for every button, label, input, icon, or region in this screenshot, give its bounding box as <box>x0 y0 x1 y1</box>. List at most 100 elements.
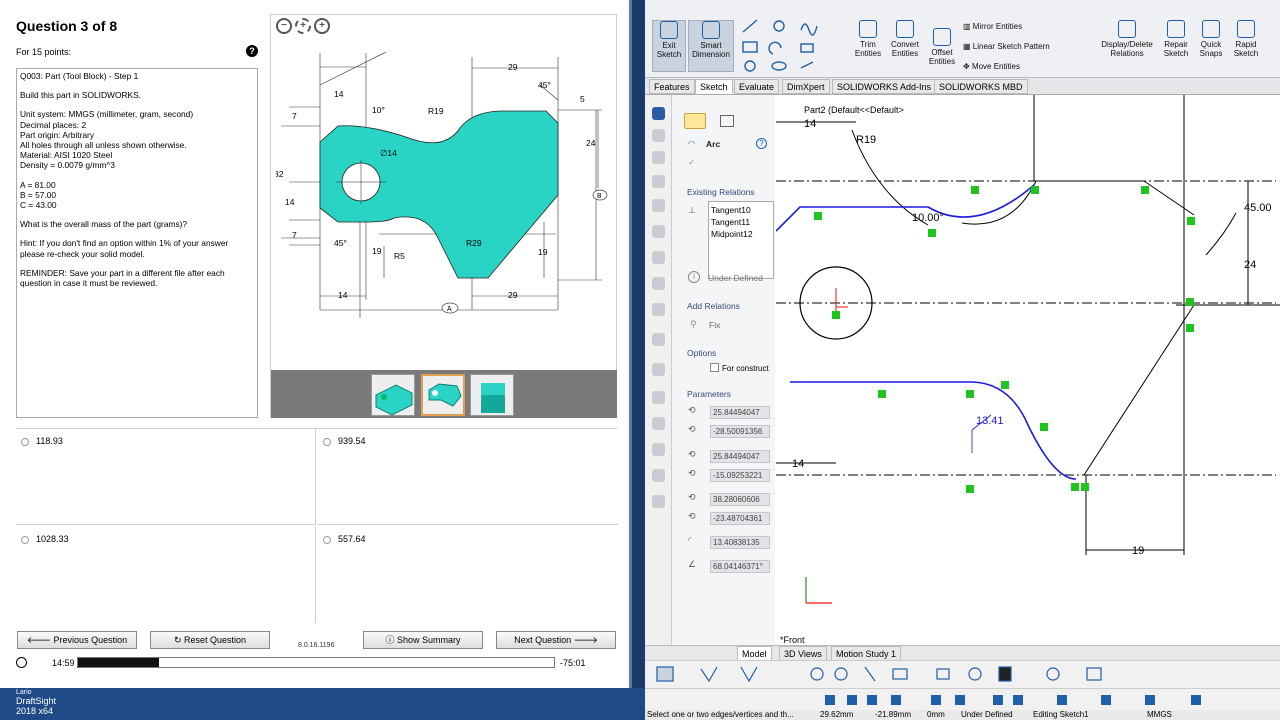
question-instruction: Build this part in SOLIDWORKS. <box>20 90 142 101</box>
radio-button[interactable] <box>323 438 331 446</box>
question-heading: Q003: Part (Tool Block) - Step 1 <box>20 71 139 81</box>
property-manager-tab-icon[interactable] <box>684 113 706 129</box>
fix-relation[interactable]: Fix <box>709 320 720 330</box>
strip-icon[interactable] <box>652 495 665 508</box>
param-end-x[interactable]: 38.28060606 <box>710 493 770 506</box>
relations-list[interactable]: Tangent10 Tangent11 Midpoint12 <box>708 201 774 279</box>
tab-model[interactable]: Model <box>737 646 772 661</box>
sketch-dim-13[interactable]: 13.41 <box>976 415 1004 427</box>
answer-option-3[interactable]: 1028.33 <box>16 527 316 623</box>
tab-3d-views[interactable]: 3D Views <box>779 646 827 661</box>
sketch-dim-14-top[interactable]: 14 <box>804 118 816 130</box>
param-radius[interactable]: 13.40838135 <box>710 536 770 549</box>
feature-tree-title[interactable]: Part2 (Default<<Default> <box>804 105 904 115</box>
dim-7-bottom: 7 <box>292 230 297 240</box>
tab-features[interactable]: Features <box>649 79 695 94</box>
tab-dimxpert[interactable]: DimXpert <box>782 79 830 94</box>
strip-icon[interactable] <box>652 251 665 264</box>
thumb-top-view[interactable] <box>421 374 465 416</box>
sketch-dim-24[interactable]: 24 <box>1244 259 1256 271</box>
move-entities-button[interactable]: ✥ Move Entities <box>963 62 1083 71</box>
ok-check-icon[interactable]: ✓ <box>688 157 696 168</box>
for-construction-checkbox[interactable] <box>710 363 719 372</box>
trim-entities-button[interactable]: Trim Entities <box>853 20 883 58</box>
convert-entities-button[interactable]: Convert Entities <box>888 20 922 58</box>
param-end-y[interactable]: -23.48704361 <box>710 512 770 525</box>
existing-relations-header: Existing Relations <box>687 187 755 197</box>
radio-button[interactable] <box>21 438 29 446</box>
sketch-tools-toolbar[interactable] <box>645 688 1280 710</box>
reminder-line-2: question in case it must be reviewed. <box>20 278 158 289</box>
param-center-y[interactable]: -28.50091356 <box>710 425 770 438</box>
smart-dimension-icon <box>702 21 720 39</box>
tab-evaluate[interactable]: Evaluate <box>734 79 780 94</box>
strip-icon[interactable] <box>652 417 665 430</box>
strip-icon[interactable] <box>652 277 665 290</box>
strip-icon[interactable] <box>652 225 665 238</box>
answer-option-4[interactable]: 557.64 <box>318 527 618 623</box>
help-icon[interactable]: ? <box>246 45 258 57</box>
tab-sketch[interactable]: Sketch <box>695 79 733 94</box>
pm-help-icon[interactable]: ? <box>756 138 767 149</box>
thumb-3d-view[interactable] <box>371 374 415 416</box>
tab-mbd[interactable]: SOLIDWORKS MBD <box>934 79 1028 94</box>
time-elapsed: 14:59 <box>52 658 75 668</box>
sketch-dim-r19[interactable]: R19 <box>856 134 876 146</box>
param-angle[interactable]: 68.04146371° <box>710 560 770 573</box>
sketch-dim-45[interactable]: 45.00 <box>1244 202 1272 214</box>
next-question-button[interactable]: Next Question 🡒 <box>496 631 616 649</box>
strip-icon[interactable] <box>652 129 665 142</box>
sketch-dim-19[interactable]: 19 <box>1132 545 1144 557</box>
tab-addins[interactable]: SOLIDWORKS Add-Ins <box>832 79 937 94</box>
summary-label: Show Summary <box>396 635 461 645</box>
param-start-y[interactable]: -15.09253221 <box>710 469 770 482</box>
thumb-side-view[interactable] <box>470 374 514 416</box>
zoom-fit-icon[interactable]: + <box>295 18 311 34</box>
zoom-out-icon[interactable]: − <box>276 18 292 34</box>
relation-item[interactable]: Tangent10 <box>711 205 751 215</box>
status-units[interactable]: MMGS <box>1147 710 1172 720</box>
relation-item[interactable]: Tangent11 <box>711 217 750 227</box>
answer-option-1[interactable]: 118.93 <box>16 429 316 525</box>
smart-dimension-label: Smart Dimension <box>692 41 730 59</box>
previous-question-button[interactable]: 🡐 Previous Question <box>17 631 137 649</box>
radio-button[interactable] <box>323 536 331 544</box>
fix-icon: ⚲ <box>690 319 697 329</box>
heads-up-toolbar[interactable] <box>645 660 1280 688</box>
mirror-entities-button[interactable]: ▥ Mirror Entities <box>963 22 1083 31</box>
rapid-sketch-button[interactable]: Rapid Sketch <box>1229 20 1263 58</box>
strip-icon[interactable] <box>652 469 665 482</box>
strip-icon[interactable] <box>652 303 665 316</box>
display-relations-button[interactable]: Display/Delete Relations <box>1097 20 1157 58</box>
strip-icon[interactable] <box>652 151 665 164</box>
strip-icon[interactable] <box>652 333 665 346</box>
tab-motion-study[interactable]: Motion Study 1 <box>831 646 902 661</box>
radio-button[interactable] <box>21 536 29 544</box>
strip-icon[interactable] <box>652 363 665 376</box>
desktop-icon-label[interactable]: Lario DraftSight 2018 x64 <box>16 689 56 716</box>
offset-entities-button[interactable]: Offset Entities <box>926 28 958 66</box>
param-start-x[interactable]: 25.84494047 <box>710 450 770 463</box>
sketch-dim-10deg[interactable]: 10.00° <box>912 212 944 224</box>
quick-snaps-button[interactable]: Quick Snaps <box>1196 20 1226 58</box>
strip-icon[interactable] <box>652 175 665 188</box>
relation-item[interactable]: Midpoint12 <box>711 229 753 239</box>
smart-dimension-button[interactable]: Smart Dimension <box>688 20 734 72</box>
answer-option-2[interactable]: 939.54 <box>318 429 618 525</box>
zoom-in-icon[interactable]: + <box>314 18 330 34</box>
reset-question-button[interactable]: ↻ Reset Question <box>150 631 270 649</box>
repair-sketch-button[interactable]: Repair Sketch <box>1159 20 1193 58</box>
param-center-x[interactable]: 25.84494047 <box>710 406 770 419</box>
feature-manager-icon[interactable] <box>652 107 665 120</box>
strip-icon[interactable] <box>652 443 665 456</box>
exit-sketch-button[interactable]: Exit Sketch <box>652 20 686 72</box>
sketch-canvas[interactable]: 14 R19 10.00° 45.00 24 14 13.41 19 *Fron… <box>776 95 1280 645</box>
sketch-dim-14-bottom[interactable]: 14 <box>792 458 804 470</box>
linear-pattern-button[interactable]: ▦ Linear Sketch Pattern <box>963 42 1093 51</box>
config-manager-icon[interactable] <box>720 115 734 127</box>
info-icon: i <box>688 271 700 283</box>
strip-icon[interactable] <box>652 391 665 404</box>
show-summary-button[interactable]: ⓘ Show Summary <box>363 631 483 649</box>
sketch-tools-group[interactable] <box>741 18 847 76</box>
strip-icon[interactable] <box>652 199 665 212</box>
